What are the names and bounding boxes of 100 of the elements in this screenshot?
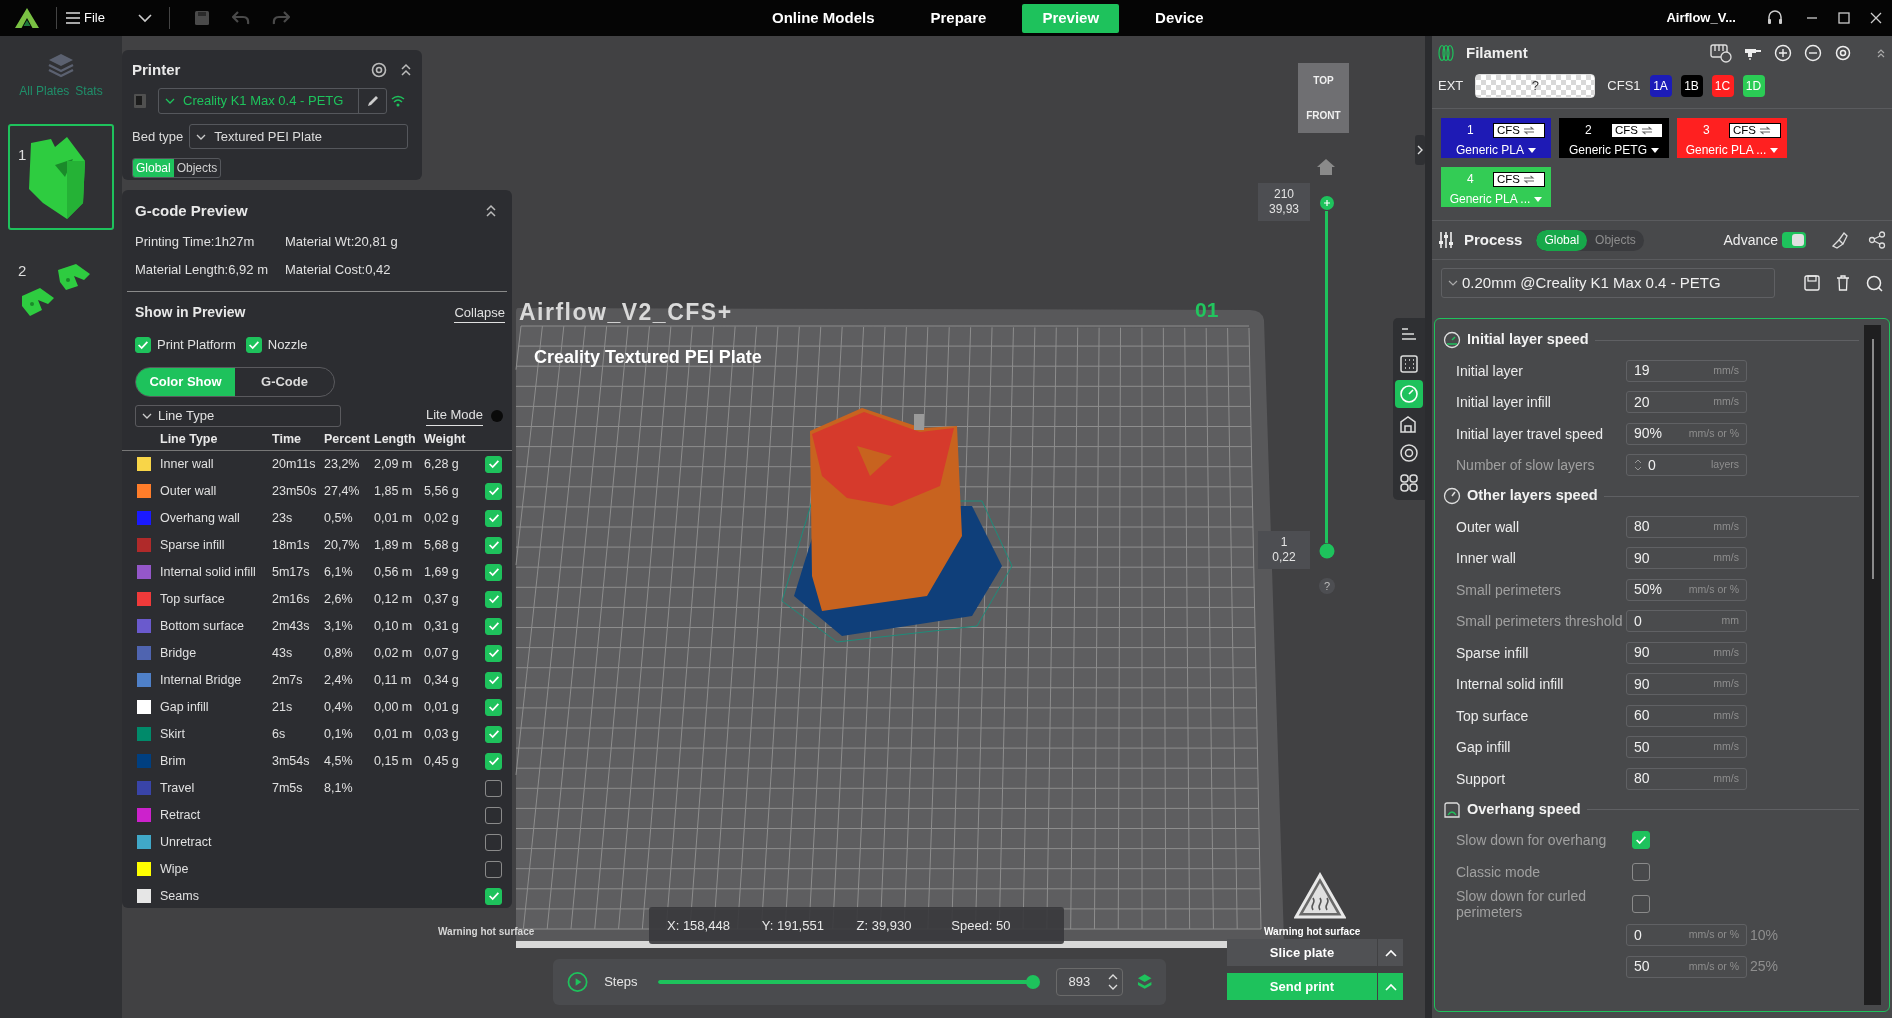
checkbox[interactable] xyxy=(485,590,502,608)
headset-icon[interactable] xyxy=(1766,9,1784,27)
scope-tab[interactable]: Objects xyxy=(1587,229,1644,251)
remove-icon[interactable] xyxy=(1804,44,1822,62)
home-icon[interactable] xyxy=(1316,158,1336,176)
save-icon[interactable] xyxy=(1804,275,1820,291)
slider-handle[interactable] xyxy=(1319,195,1335,211)
collapse-link[interactable]: Collapse xyxy=(454,302,505,323)
plate-thumbnail[interactable]: 1 xyxy=(8,124,114,230)
input-field[interactable]: 90 mm/s xyxy=(1626,547,1747,570)
checkbox[interactable] xyxy=(485,752,502,770)
layers-icon[interactable] xyxy=(1136,973,1152,991)
dropdown-caret-icon[interactable] xyxy=(1528,147,1536,153)
collapse-icon[interactable] xyxy=(400,63,412,77)
input-field[interactable]: 60 mm/s xyxy=(1626,704,1747,727)
maximize-icon[interactable] xyxy=(1838,12,1850,24)
help-button[interactable]: ? xyxy=(1319,578,1335,594)
advance-toggle[interactable] xyxy=(1782,232,1806,248)
checkbox[interactable] xyxy=(135,336,151,353)
checkbox[interactable] xyxy=(485,779,502,797)
lite-mode-link[interactable]: Lite Mode xyxy=(425,405,483,426)
checkbox[interactable] xyxy=(485,455,502,473)
checkbox[interactable] xyxy=(485,509,502,527)
cfs-slot[interactable]: 1B xyxy=(1680,75,1703,97)
collapse-icon[interactable] xyxy=(1876,48,1886,58)
checkbox[interactable] xyxy=(485,887,502,905)
nav-tab[interactable]: Device xyxy=(1135,3,1224,33)
cfs-slot[interactable]: 1A xyxy=(1649,75,1672,97)
cfs-source-tag[interactable]: CFS xyxy=(1729,122,1781,138)
input-field[interactable]: 20 mm/s xyxy=(1626,391,1747,414)
input-field[interactable]: 50 mm/s or % xyxy=(1626,955,1747,978)
section-title: Initial layer speed xyxy=(1467,330,1589,350)
external-spool-slot[interactable]: ? xyxy=(1475,74,1596,98)
checkbox[interactable] xyxy=(485,482,502,500)
collapse-icon[interactable] xyxy=(485,204,497,218)
scroll-bar[interactable] xyxy=(1864,325,1881,1005)
filament-card[interactable]: 3 CFS Generic PLA ... xyxy=(1677,118,1787,158)
input-field[interactable]: 50 mm/s xyxy=(1626,736,1747,759)
target-icon[interactable] xyxy=(1398,442,1420,465)
checkbox[interactable] xyxy=(485,725,502,743)
checkbox[interactable] xyxy=(485,806,502,824)
nav-tab[interactable]: Prepare xyxy=(910,3,1007,33)
dropdown-caret-icon[interactable] xyxy=(1651,147,1659,153)
slice-plate-button[interactable]: Slice plate xyxy=(1227,939,1377,966)
cfs-source-tag[interactable]: CFS xyxy=(1611,122,1663,138)
input-field[interactable]: 90 mm/s xyxy=(1626,641,1747,664)
add-icon[interactable] xyxy=(1774,44,1792,62)
search-icon[interactable] xyxy=(1866,274,1883,292)
input-field[interactable]: 80 mm/s xyxy=(1626,515,1747,538)
checkbox[interactable] xyxy=(485,860,502,878)
checkbox[interactable] xyxy=(485,617,502,635)
checkbox-label: Nozzle xyxy=(267,336,308,354)
scope-tab[interactable]: Objects xyxy=(173,159,221,177)
input-field[interactable]: 19 mm/s xyxy=(1626,359,1747,382)
nav-tab[interactable]: Online Models xyxy=(752,3,895,33)
close-icon[interactable] xyxy=(1870,12,1882,24)
plate-thumbnail[interactable]: 2 xyxy=(8,240,114,346)
layer-slider-track[interactable] xyxy=(1325,211,1328,543)
toggle-dot-icon[interactable] xyxy=(491,409,503,422)
process-preset-select[interactable]: 0.20mm @Creality K1 Max 0.4 - PETG xyxy=(1441,268,1775,298)
input-field[interactable]: 80 mm/s xyxy=(1626,767,1747,790)
play-icon[interactable] xyxy=(567,971,589,993)
edit-icon[interactable] xyxy=(366,95,379,107)
input-field[interactable]: 90% mm/s or % xyxy=(1626,422,1747,445)
file-menu[interactable]: File xyxy=(65,8,105,28)
step-input[interactable]: 893 xyxy=(1055,968,1123,996)
printer-select[interactable]: Creality K1 Max 0.4 - PETG xyxy=(158,88,387,114)
view-type-select[interactable]: Line Type xyxy=(135,404,341,427)
checkbox[interactable] xyxy=(485,644,502,662)
brush-icon[interactable] xyxy=(1830,231,1848,249)
chevron-down-icon[interactable] xyxy=(136,13,153,23)
filament-card[interactable]: 2 CFS Generic PETG xyxy=(1559,118,1669,158)
view-cube[interactable]: TOP FRONT xyxy=(1298,63,1349,133)
cfs-source-tag[interactable]: CFS xyxy=(1493,171,1545,187)
checkbox[interactable] xyxy=(485,698,502,716)
cfs-slot[interactable]: 1C xyxy=(1711,75,1734,97)
slider-thumb[interactable] xyxy=(1025,975,1040,989)
spinner-arrows-icon[interactable] xyxy=(1634,458,1642,473)
checkbox[interactable] xyxy=(485,833,502,851)
cfs-source-tag[interactable]: CFS xyxy=(1493,122,1545,138)
grid-frame-icon[interactable] xyxy=(1398,353,1420,376)
share-icon[interactable] xyxy=(1868,231,1886,249)
bed-type-select[interactable]: Textured PEI Plate xyxy=(189,124,409,149)
caret-button[interactable] xyxy=(1378,939,1403,966)
settings-icon[interactable] xyxy=(370,61,388,79)
view-mode-tab[interactable]: G-Code xyxy=(235,367,334,396)
command-icon[interactable] xyxy=(1398,472,1420,495)
input-field[interactable]: 90 mm/s xyxy=(1626,673,1747,696)
spinner-arrows-icon[interactable] xyxy=(1107,973,1118,991)
slider-handle[interactable] xyxy=(1319,543,1335,559)
checkbox[interactable] xyxy=(485,536,502,554)
delete-icon[interactable] xyxy=(1836,275,1850,291)
cfs-sync-icon[interactable] xyxy=(1710,43,1732,63)
expand-panel-icon[interactable] xyxy=(1415,135,1425,165)
input-field[interactable]: 0 mm/s or % xyxy=(1626,924,1747,947)
checkbox[interactable] xyxy=(485,671,502,689)
checkbox[interactable] xyxy=(485,563,502,581)
filament-card[interactable]: 1 CFS Generic PLA xyxy=(1441,118,1551,158)
filament-card[interactable]: 4 CFS Generic PLA ... xyxy=(1441,167,1551,207)
checkbox[interactable] xyxy=(245,336,262,353)
